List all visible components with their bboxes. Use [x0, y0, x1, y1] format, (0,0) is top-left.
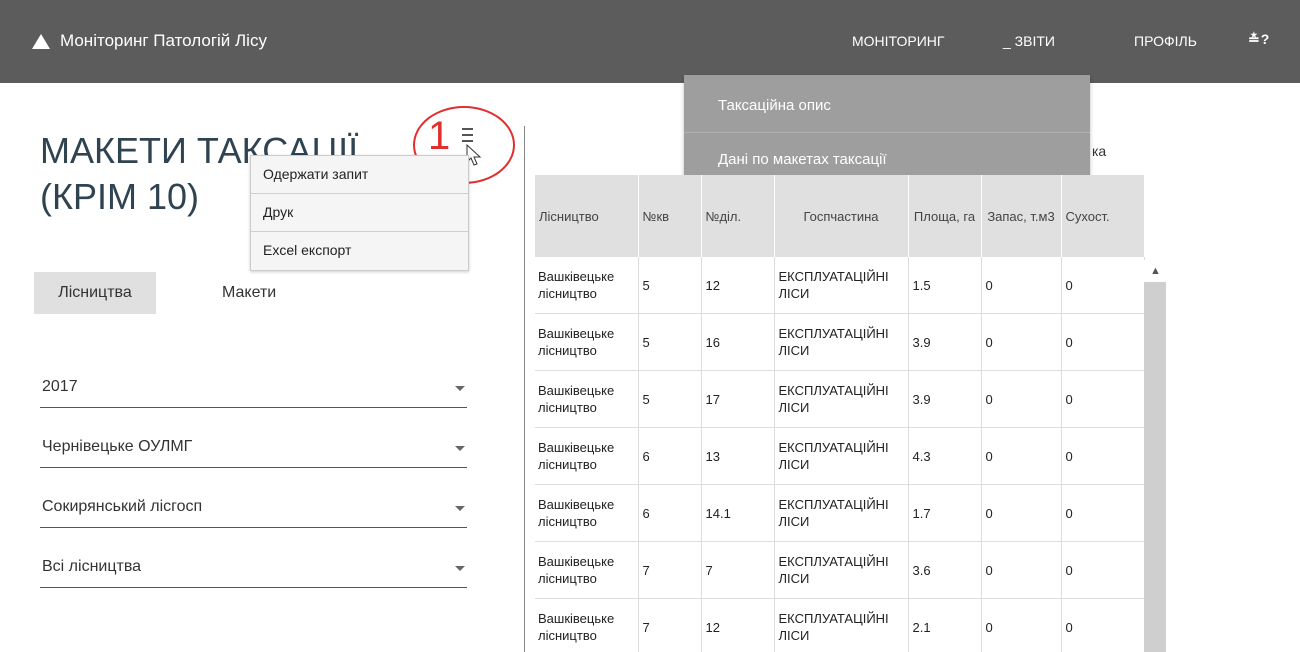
region-select-value: Чернівецьке ОУЛМГ — [42, 438, 193, 455]
table-cell: 14.1 — [701, 484, 775, 542]
table-cell: 3.6 — [908, 541, 982, 599]
table-cell: Вашківецьке лісництво — [535, 541, 639, 599]
table-row[interactable]: Вашківецьке лісництво 7 12 ЕКСПЛУАТАЦІЙНІ Л… — [535, 598, 1145, 652]
table-cell: 0 — [981, 484, 1062, 542]
column-header[interactable]: Госпчастина — [774, 175, 909, 257]
table-cell: 0 — [1061, 257, 1145, 314]
table-cell: 1.7 — [908, 484, 982, 542]
menu-item-excel-export[interactable]: Excel експорт — [251, 232, 468, 270]
table-cell: 2.1 — [908, 598, 982, 652]
table-cell: 0 — [981, 427, 1062, 485]
table-cell: ЕКСПЛУАТАЦІЙНІ ЛІСИ — [774, 370, 909, 428]
table-cell: 0 — [981, 257, 1062, 314]
table-cell: 6 — [638, 427, 702, 485]
table-cell: ЕКСПЛУАТАЦІЙНІ ЛІСИ — [774, 313, 909, 371]
table-cell: 13 — [701, 427, 775, 485]
table-header-row: Лісництво №кв №діл. Госпчастина Площа, г… — [535, 175, 1145, 257]
table-cell: 7 — [701, 541, 775, 599]
chevron-down-icon — [455, 386, 465, 391]
table-row[interactable]: Вашківецьке лісництво 6 14.1 ЕКСПЛУАТАЦІЙНІ… — [535, 484, 1145, 542]
column-header[interactable]: №кв — [638, 175, 702, 257]
table-cell: 12 — [701, 598, 775, 652]
annotation-number: 1 — [428, 114, 451, 158]
table-row[interactable]: Вашківецьке лісництво 5 17 ЕКСПЛУАТАЦІЙНІ Л… — [535, 370, 1145, 428]
column-header[interactable]: №діл. — [701, 175, 775, 257]
table-cell: 0 — [1061, 427, 1145, 485]
nav-profile[interactable]: ПРОФІЛЬ — [1134, 33, 1197, 49]
nav-reports[interactable]: _ ЗВІТИ — [1003, 33, 1055, 49]
table-cell: ЕКСПЛУАТАЦІЙНІ ЛІСИ — [774, 598, 909, 652]
panel-label-fragment: ка — [1092, 143, 1107, 159]
table-cell: Вашківецьке лісництво — [535, 370, 639, 428]
table-cell: 16 — [701, 313, 775, 371]
forestry-enterprise-select-value: Сокирянський лісгосп — [42, 498, 203, 515]
top-navbar: Моніторинг Патологій Лісу МОНІТОРИНГ _ З… — [0, 0, 1300, 83]
chevron-down-icon — [455, 566, 465, 571]
column-header[interactable]: Лісництво — [535, 175, 639, 257]
table-cell: 5 — [638, 370, 702, 428]
year-select[interactable]: 2017 — [40, 372, 467, 408]
region-select[interactable]: Чернівецьке ОУЛМГ — [40, 432, 467, 468]
year-select-value: 2017 — [42, 378, 78, 395]
column-header[interactable]: Площа, га — [908, 175, 982, 257]
table-cell: 3.9 — [908, 370, 982, 428]
table-row[interactable]: Вашківецьке лісництво 6 13 ЕКСПЛУАТАЦІЙНІ Л… — [535, 427, 1145, 485]
table-cell: 0 — [1061, 541, 1145, 599]
column-header[interactable]: Сухост. — [1061, 175, 1145, 257]
table-cell: ЕКСПЛУАТАЦІЙНІ ЛІСИ — [774, 427, 909, 485]
menu-item-taxation-description[interactable]: Таксаційна опис — [684, 79, 1090, 133]
panel-divider — [524, 126, 525, 652]
table-cell: 5 — [638, 313, 702, 371]
chevron-down-icon — [455, 506, 465, 511]
table-cell: 6 — [638, 484, 702, 542]
chevron-down-icon — [455, 446, 465, 451]
download-help-icons[interactable]: ≛? — [1248, 31, 1270, 48]
column-header[interactable]: Запас, т.м3 — [981, 175, 1062, 257]
tab-forestries[interactable]: Лісництва — [34, 272, 156, 314]
table-cell: 3.9 — [908, 313, 982, 371]
menu-item-get-query[interactable]: Одержати запит — [251, 156, 468, 194]
table-cell: 0 — [1061, 484, 1145, 542]
table-cell: Вашківецьке лісництво — [535, 257, 639, 314]
menu-item-print[interactable]: Друк — [251, 194, 468, 232]
tab-layouts[interactable]: Макети — [222, 272, 276, 314]
nav-monitoring[interactable]: МОНІТОРИНГ — [852, 33, 944, 49]
table-row[interactable]: Вашківецьке лісництво 7 7 ЕКСПЛУАТАЦІЙНІ ЛІ… — [535, 541, 1145, 599]
taxation-table-container: Лісництво №кв №діл. Госпчастина Площа, г… — [535, 175, 1167, 652]
table-scrollbar[interactable]: ▲ — [1144, 260, 1166, 652]
context-menu: Одержати запит Друк Excel експорт — [250, 155, 469, 271]
app-title: Моніторинг Патологій Лісу — [60, 31, 267, 50]
table-cell: 0 — [1061, 313, 1145, 371]
table-cell: Вашківецьке лісництво — [535, 598, 639, 652]
table-cell: Вашківецьке лісництво — [535, 427, 639, 485]
table-cell: 5 — [638, 257, 702, 314]
table-cell: 17 — [701, 370, 775, 428]
table-cell: 12 — [701, 257, 775, 314]
table-cell: 0 — [981, 313, 1062, 371]
table-row[interactable]: Вашківецьке лісництво 5 16 ЕКСПЛУАТАЦІЙНІ Л… — [535, 313, 1145, 371]
table-cell: 0 — [1061, 370, 1145, 428]
table-cell: 0 — [981, 370, 1062, 428]
taxation-table: Лісництво №кв №діл. Госпчастина Площа, г… — [535, 175, 1145, 652]
table-cell: 4.3 — [908, 427, 982, 485]
table-cell: 7 — [638, 541, 702, 599]
table-cell: 1.5 — [908, 257, 982, 314]
forestry-enterprise-select[interactable]: Сокирянський лісгосп — [40, 492, 467, 528]
table-cell: Вашківецьке лісництво — [535, 313, 639, 371]
scroll-up-icon[interactable]: ▲ — [1150, 265, 1161, 277]
table-cell: 0 — [1061, 598, 1145, 652]
page-title-subtitle: (КРІМ 10) — [40, 176, 199, 217]
app-brand[interactable]: Моніторинг Патологій Лісу — [32, 31, 267, 51]
forestry-select-value: Всі лісництва — [42, 558, 142, 575]
table-cell: ЕКСПЛУАТАЦІЙНІ ЛІСИ — [774, 257, 909, 314]
table-cell: 0 — [981, 598, 1062, 652]
table-cell: 0 — [981, 541, 1062, 599]
table-cell: ЕКСПЛУАТАЦІЙНІ ЛІСИ — [774, 541, 909, 599]
table-cell: 7 — [638, 598, 702, 652]
logo-icon — [32, 33, 50, 49]
table-cell: Вашківецьке лісництво — [535, 484, 639, 542]
table-cell: ЕКСПЛУАТАЦІЙНІ ЛІСИ — [774, 484, 909, 542]
forestry-select[interactable]: Всі лісництва — [40, 552, 467, 588]
table-row[interactable]: Вашківецьке лісництво 5 12 ЕКСПЛУАТАЦІЙНІ Л… — [535, 257, 1145, 314]
